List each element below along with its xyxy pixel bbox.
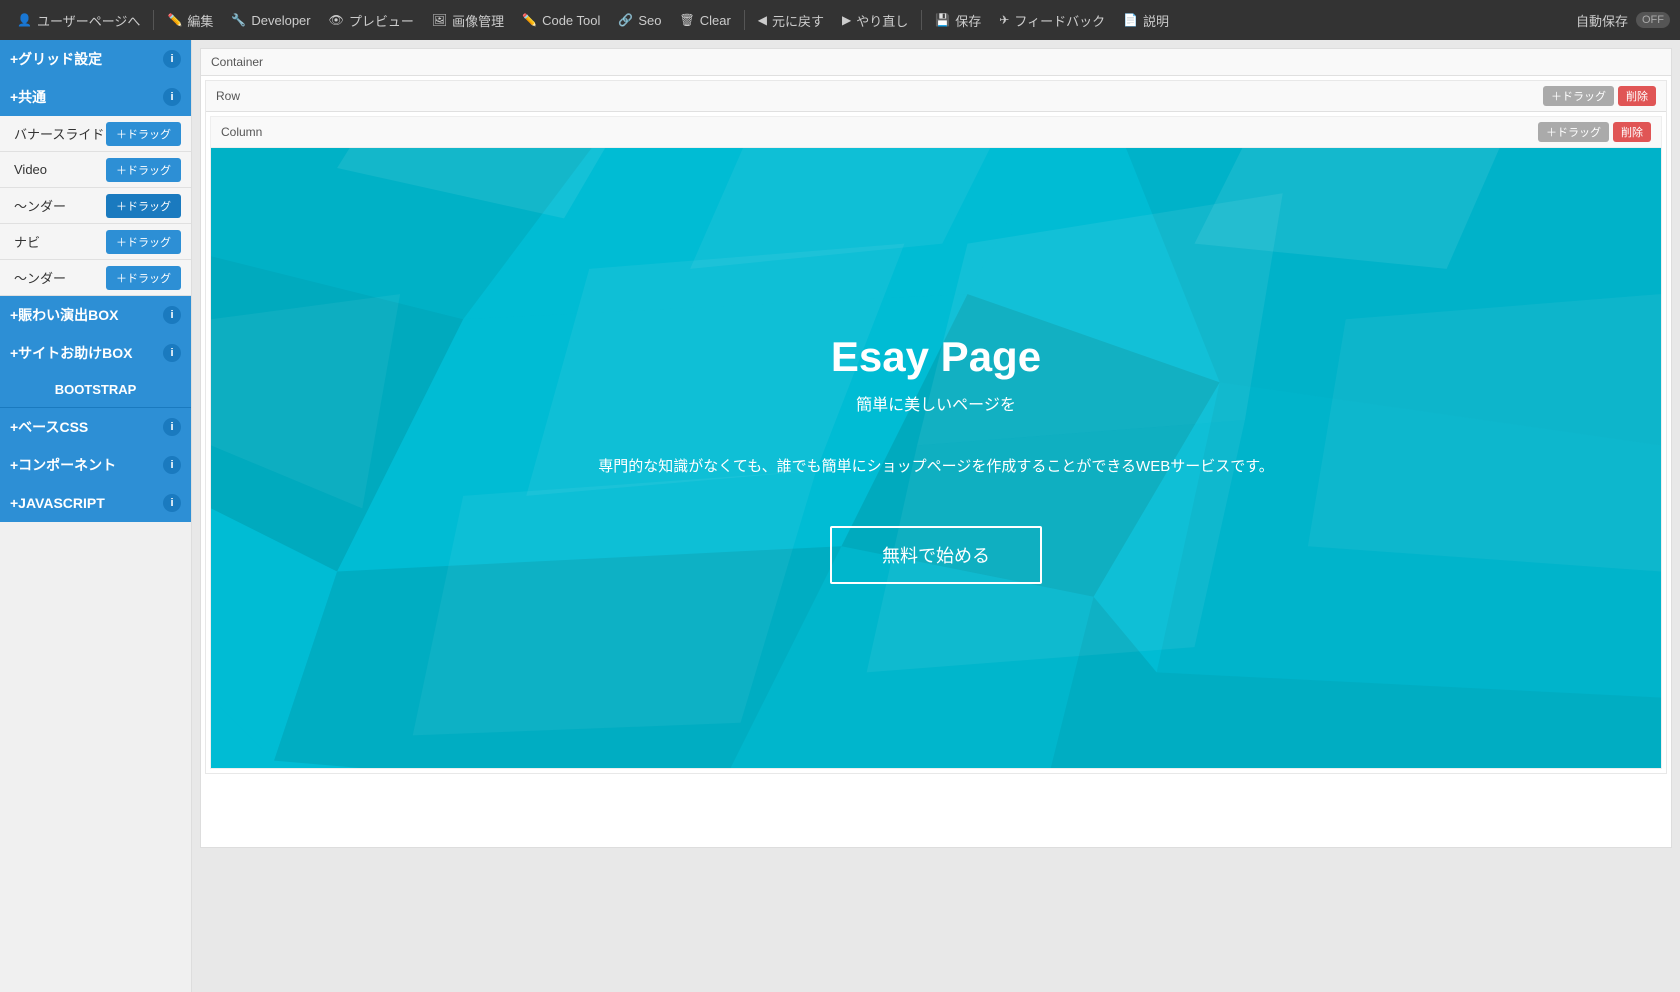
drag-button-header1[interactable]: ＋ドラッグ: [106, 194, 181, 218]
separator3: [921, 10, 922, 30]
code-icon: ✏️: [522, 13, 537, 27]
sidebar-section-helper[interactable]: +サイトお助けBOX i: [0, 334, 191, 372]
sidebar-section-bootstrap[interactable]: BOOTSTRAP: [0, 372, 191, 408]
info-icon-helper[interactable]: i: [163, 344, 181, 362]
column-drag-button[interactable]: ＋ドラッグ: [1538, 122, 1609, 142]
info-icon-common[interactable]: i: [163, 88, 181, 106]
user-icon: 👤: [17, 13, 32, 27]
separator: [153, 10, 154, 30]
sidebar-section-animation[interactable]: +賑わい演出BOX i: [0, 296, 191, 334]
help-button[interactable]: 📄 説明: [1116, 7, 1176, 34]
content-area: Container Row ＋ドラッグ 削除: [192, 40, 1680, 992]
edit-button[interactable]: ✏️ 編集: [160, 7, 220, 34]
help-icon: 📄: [1123, 13, 1138, 27]
row-header: Row ＋ドラッグ 削除: [206, 81, 1666, 112]
seo-icon: 🔗: [618, 13, 633, 27]
drag-button-banner[interactable]: ＋ドラッグ: [106, 122, 181, 146]
hero-canvas: Esay Page 簡単に美しいページを 専門的な知識がなくても、誰でも簡単にシ…: [211, 148, 1661, 768]
hero-content: Esay Page 簡単に美しいページを 専門的な知識がなくても、誰でも簡単にシ…: [211, 148, 1661, 768]
image-mgmt-button[interactable]: 🖼 画像管理: [425, 7, 511, 34]
sidebar-section-grid-settings[interactable]: +グリッド設定 i: [0, 40, 191, 78]
info-icon-component[interactable]: i: [163, 456, 181, 474]
separator2: [744, 10, 745, 30]
builder-container: Container Row ＋ドラッグ 削除: [200, 48, 1672, 848]
info-icon-animation[interactable]: i: [163, 306, 181, 324]
row-delete-button[interactable]: 削除: [1618, 86, 1656, 106]
image-icon: 🖼: [432, 13, 447, 27]
autosave-area: 自動保存 OFF: [1576, 11, 1670, 30]
drag-button-video[interactable]: ＋ドラッグ: [106, 158, 181, 182]
drag-button-nav[interactable]: ＋ドラッグ: [106, 230, 181, 254]
sidebar-section-javascript[interactable]: +JAVASCRIPT i: [0, 484, 191, 522]
sidebar-item-header1: 〜ンダー ＋ドラッグ: [0, 188, 191, 224]
main-layout: +グリッド設定 i +共通 i バナースライド ＋ドラッグ Video ＋ドラッ…: [0, 40, 1680, 992]
hero-subtitle: 簡単に美しいページを: [856, 391, 1016, 415]
feedback-button[interactable]: ✈ フィードバック: [992, 7, 1112, 34]
row-action-buttons: ＋ドラッグ 削除: [1543, 86, 1656, 106]
preview-button[interactable]: 👁 プレビュー: [322, 7, 421, 34]
sidebar-item-video: Video ＋ドラッグ: [0, 152, 191, 188]
feedback-icon: ✈: [999, 13, 1009, 27]
sidebar-item-banner-slide: バナースライド ＋ドラッグ: [0, 116, 191, 152]
sidebar-section-base-css[interactable]: +ベースCSS i: [0, 408, 191, 446]
developer-button[interactable]: 🔧 Developer: [224, 9, 317, 32]
sidebar: +グリッド設定 i +共通 i バナースライド ＋ドラッグ Video ＋ドラッ…: [0, 40, 192, 992]
row-drag-button[interactable]: ＋ドラッグ: [1543, 86, 1614, 106]
undo-icon: ◀: [758, 13, 767, 27]
code-tool-button[interactable]: ✏️ Code Tool: [515, 9, 607, 32]
column-delete-button[interactable]: 削除: [1613, 122, 1651, 142]
column-container: Column ＋ドラッグ 削除: [210, 116, 1662, 769]
hero-title: Esay Page: [831, 333, 1041, 381]
drag-button-header2[interactable]: ＋ドラッグ: [106, 266, 181, 290]
autosave-toggle[interactable]: OFF: [1636, 12, 1670, 28]
save-icon: 💾: [935, 13, 950, 27]
clear-button[interactable]: 🗑 Clear: [672, 9, 737, 32]
sidebar-section-component[interactable]: +コンポーネント i: [0, 446, 191, 484]
clear-icon: 🗑: [679, 13, 694, 27]
sidebar-section-common[interactable]: +共通 i: [0, 78, 191, 116]
hero-description: 専門的な知識がなくても、誰でも簡単にショップページを作成することができるWEBサ…: [598, 455, 1273, 476]
row-container: Row ＋ドラッグ 削除 Column: [205, 80, 1667, 774]
seo-button[interactable]: 🔗 Seo: [611, 9, 668, 32]
edit-icon: ✏️: [167, 13, 182, 27]
hero-cta-button[interactable]: 無料で始める: [830, 526, 1042, 584]
info-icon-js[interactable]: i: [163, 494, 181, 512]
save-button[interactable]: 💾 保存: [928, 7, 988, 34]
sidebar-items-common: バナースライド ＋ドラッグ Video ＋ドラッグ 〜ンダー ＋ドラッグ ナビ: [0, 116, 191, 296]
sidebar-item-header2: 〜ンダー ＋ドラッグ: [0, 260, 191, 296]
developer-icon: 🔧: [231, 13, 246, 27]
undo-button[interactable]: ◀ 元に戻す: [751, 7, 831, 34]
column-header: Column ＋ドラッグ 削除: [211, 117, 1661, 148]
info-icon-css[interactable]: i: [163, 418, 181, 436]
redo-icon: ▶: [842, 13, 851, 27]
info-icon-grid[interactable]: i: [163, 50, 181, 68]
topbar: 👤 ユーザーページへ ✏️ 編集 🔧 Developer 👁 プレビュー 🖼 画…: [0, 0, 1680, 40]
container-label: Container: [201, 49, 1671, 76]
sidebar-item-nav: ナビ ＋ドラッグ: [0, 224, 191, 260]
user-page-link[interactable]: 👤 ユーザーページへ: [10, 7, 147, 34]
column-action-buttons: ＋ドラッグ 削除: [1538, 122, 1651, 142]
preview-icon: 👁: [329, 13, 344, 27]
redo-button[interactable]: ▶ やり直し: [835, 7, 915, 34]
